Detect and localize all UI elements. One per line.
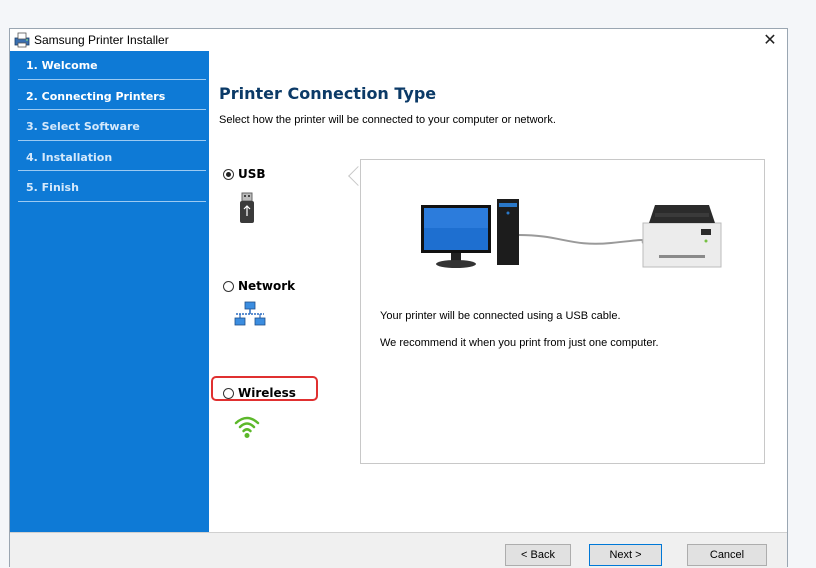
usb-radio[interactable] <box>223 168 234 180</box>
printer-icon <box>642 205 722 268</box>
installer-window: Samsung Printer Installer ✕ 1. Welcome 2… <box>9 28 788 568</box>
usb-label: USB <box>238 167 266 181</box>
close-icon: ✕ <box>763 32 777 49</box>
wireless-radio[interactable] <box>223 387 234 399</box>
step-divider <box>18 109 206 110</box>
step-welcome: 1. Welcome <box>18 53 206 79</box>
usb-option[interactable]: USB <box>223 165 266 183</box>
preview-description-line1: Your printer will be connected using a U… <box>380 310 621 322</box>
step-label: 5. Finish <box>26 181 79 194</box>
page-subtitle: Select how the printer will be connected… <box>219 114 556 126</box>
preview-description-line2: We recommend it when you print from just… <box>380 337 659 349</box>
wireless-option[interactable]: Wireless <box>223 384 296 402</box>
printer-app-icon <box>14 32 30 48</box>
usb-connection-illustration <box>421 199 722 268</box>
step-divider <box>18 201 206 202</box>
step-connecting-printers: 2. Connecting Printers <box>18 84 206 110</box>
button-bar: < Back Next > Cancel <box>10 532 787 568</box>
step-divider <box>18 140 206 141</box>
network-label: Network <box>238 279 296 293</box>
page-title: Printer Connection Type <box>219 84 437 103</box>
step-label: 4. Installation <box>26 151 113 164</box>
window-title: Samsung Printer Installer <box>34 33 169 47</box>
network-option[interactable]: Network <box>223 277 295 295</box>
connection-preview: Your printer will be connected using a U… <box>360 159 765 464</box>
next-button[interactable]: Next > <box>589 544 662 566</box>
main-content: Printer Connection Type Select how the p… <box>209 51 787 532</box>
steps-sidebar: 1. Welcome 2. Connecting Printers 3. Sel… <box>10 51 209 532</box>
step-finish: 5. Finish <box>18 175 206 201</box>
step-divider <box>18 170 206 171</box>
step-label: 3. Select Software <box>26 120 140 133</box>
back-button[interactable]: < Back <box>505 544 571 566</box>
step-label: 2. Connecting Printers <box>26 90 166 103</box>
step-select-software: 3. Select Software <box>18 114 206 140</box>
step-installation: 4. Installation <box>18 145 206 171</box>
usb-icon <box>240 192 254 223</box>
computer-tower-icon <box>497 199 519 265</box>
wireless-label: Wireless <box>238 386 296 400</box>
title-bar: Samsung Printer Installer ✕ <box>10 29 787 51</box>
wireless-icon <box>234 416 260 438</box>
step-divider <box>18 79 206 80</box>
close-button[interactable]: ✕ <box>753 29 787 51</box>
usb-cable <box>518 234 644 245</box>
network-icon <box>234 301 266 326</box>
network-radio[interactable] <box>223 280 234 292</box>
monitor-icon <box>421 205 491 268</box>
step-label: 1. Welcome <box>26 59 98 72</box>
cancel-button[interactable]: Cancel <box>687 544 767 566</box>
